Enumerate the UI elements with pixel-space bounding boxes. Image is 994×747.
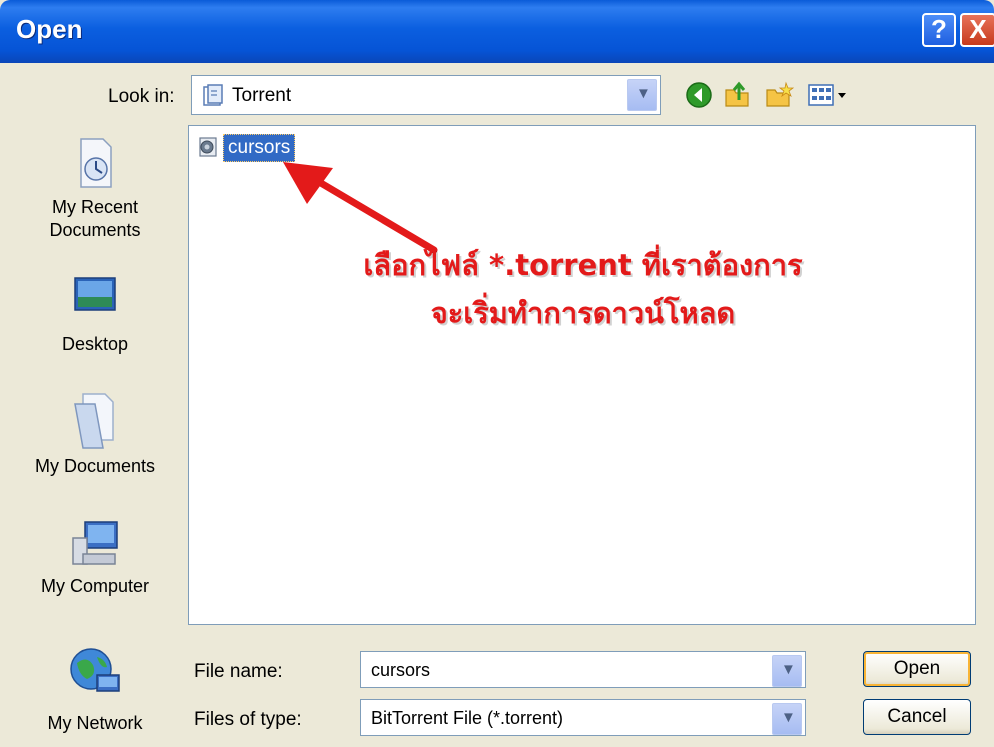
file-name-label: File name:	[194, 661, 283, 682]
files-of-type-dropdown[interactable]: BitTorrent File (*.torrent) ▼	[360, 699, 806, 736]
place-my-network[interactable]: My Network	[22, 645, 168, 735]
close-button[interactable]: X	[960, 13, 994, 47]
place-label: Desktop	[61, 334, 129, 354]
place-label: My Documents	[34, 456, 156, 476]
files-of-type-value: BitTorrent File (*.torrent)	[371, 708, 564, 728]
annotation-text: เลือกไฟล์ *.torrent ที่เราต้องการ จะเริ่…	[189, 241, 977, 337]
place-label: My Network	[47, 713, 143, 733]
open-button[interactable]: Open	[863, 651, 971, 687]
torrent-file-icon	[199, 137, 217, 157]
look-in-dropdown[interactable]: Torrent ▼	[191, 75, 661, 115]
my-computer-icon	[72, 521, 118, 565]
look-in-value: Torrent	[232, 85, 292, 106]
file-list[interactable]: cursors เลือกไฟล์ *.torrent ที่เราต้องกา…	[188, 125, 976, 625]
look-in-dropdown-arrow[interactable]: ▼	[627, 79, 657, 111]
window-title: Open	[16, 14, 83, 44]
my-documents-icon	[74, 393, 114, 449]
open-dialog: Open ? X Look in: Torrent ▼ My Recent Do…	[0, 0, 994, 747]
place-label: My Recent Documents	[49, 197, 141, 240]
my-network-icon	[70, 648, 120, 692]
help-button[interactable]: ?	[922, 13, 956, 47]
recent-documents-icon	[80, 138, 112, 188]
file-name-dropdown-arrow[interactable]: ▼	[772, 655, 802, 687]
desktop-icon	[74, 277, 116, 311]
place-my-documents[interactable]: My Documents	[22, 388, 168, 478]
files-of-type-label: Files of type:	[194, 709, 302, 730]
cancel-button[interactable]: Cancel	[863, 699, 971, 735]
chevron-down-icon: ▼	[636, 85, 651, 102]
place-desktop[interactable]: Desktop	[22, 272, 168, 356]
new-folder-icon[interactable]	[764, 80, 794, 110]
view-menu-icon[interactable]	[806, 80, 850, 110]
back-icon[interactable]	[684, 80, 714, 110]
annotation-line-2: จะเริ่มทำการดาวน์โหลด	[430, 296, 736, 330]
title-bar[interactable]: Open ? X	[0, 0, 994, 63]
file-name-field[interactable]: cursors ▼	[360, 651, 806, 688]
file-name-value: cursors	[371, 660, 431, 680]
folder-icon	[203, 84, 223, 106]
chevron-down-icon: ▼	[781, 661, 796, 678]
place-label: My Computer	[40, 576, 150, 596]
look-in-label: Look in:	[108, 86, 175, 107]
files-of-type-dropdown-arrow[interactable]: ▼	[772, 703, 802, 735]
chevron-down-icon: ▼	[781, 709, 796, 726]
annotation-line-1: เลือกไฟล์ *.torrent ที่เราต้องการ	[363, 248, 803, 282]
places-bar: My Recent Documents Desktop My Documents	[22, 125, 168, 737]
up-folder-icon[interactable]	[722, 80, 752, 110]
place-my-computer[interactable]: My Computer	[22, 520, 168, 598]
place-my-recent-documents[interactable]: My Recent Documents	[22, 135, 168, 242]
